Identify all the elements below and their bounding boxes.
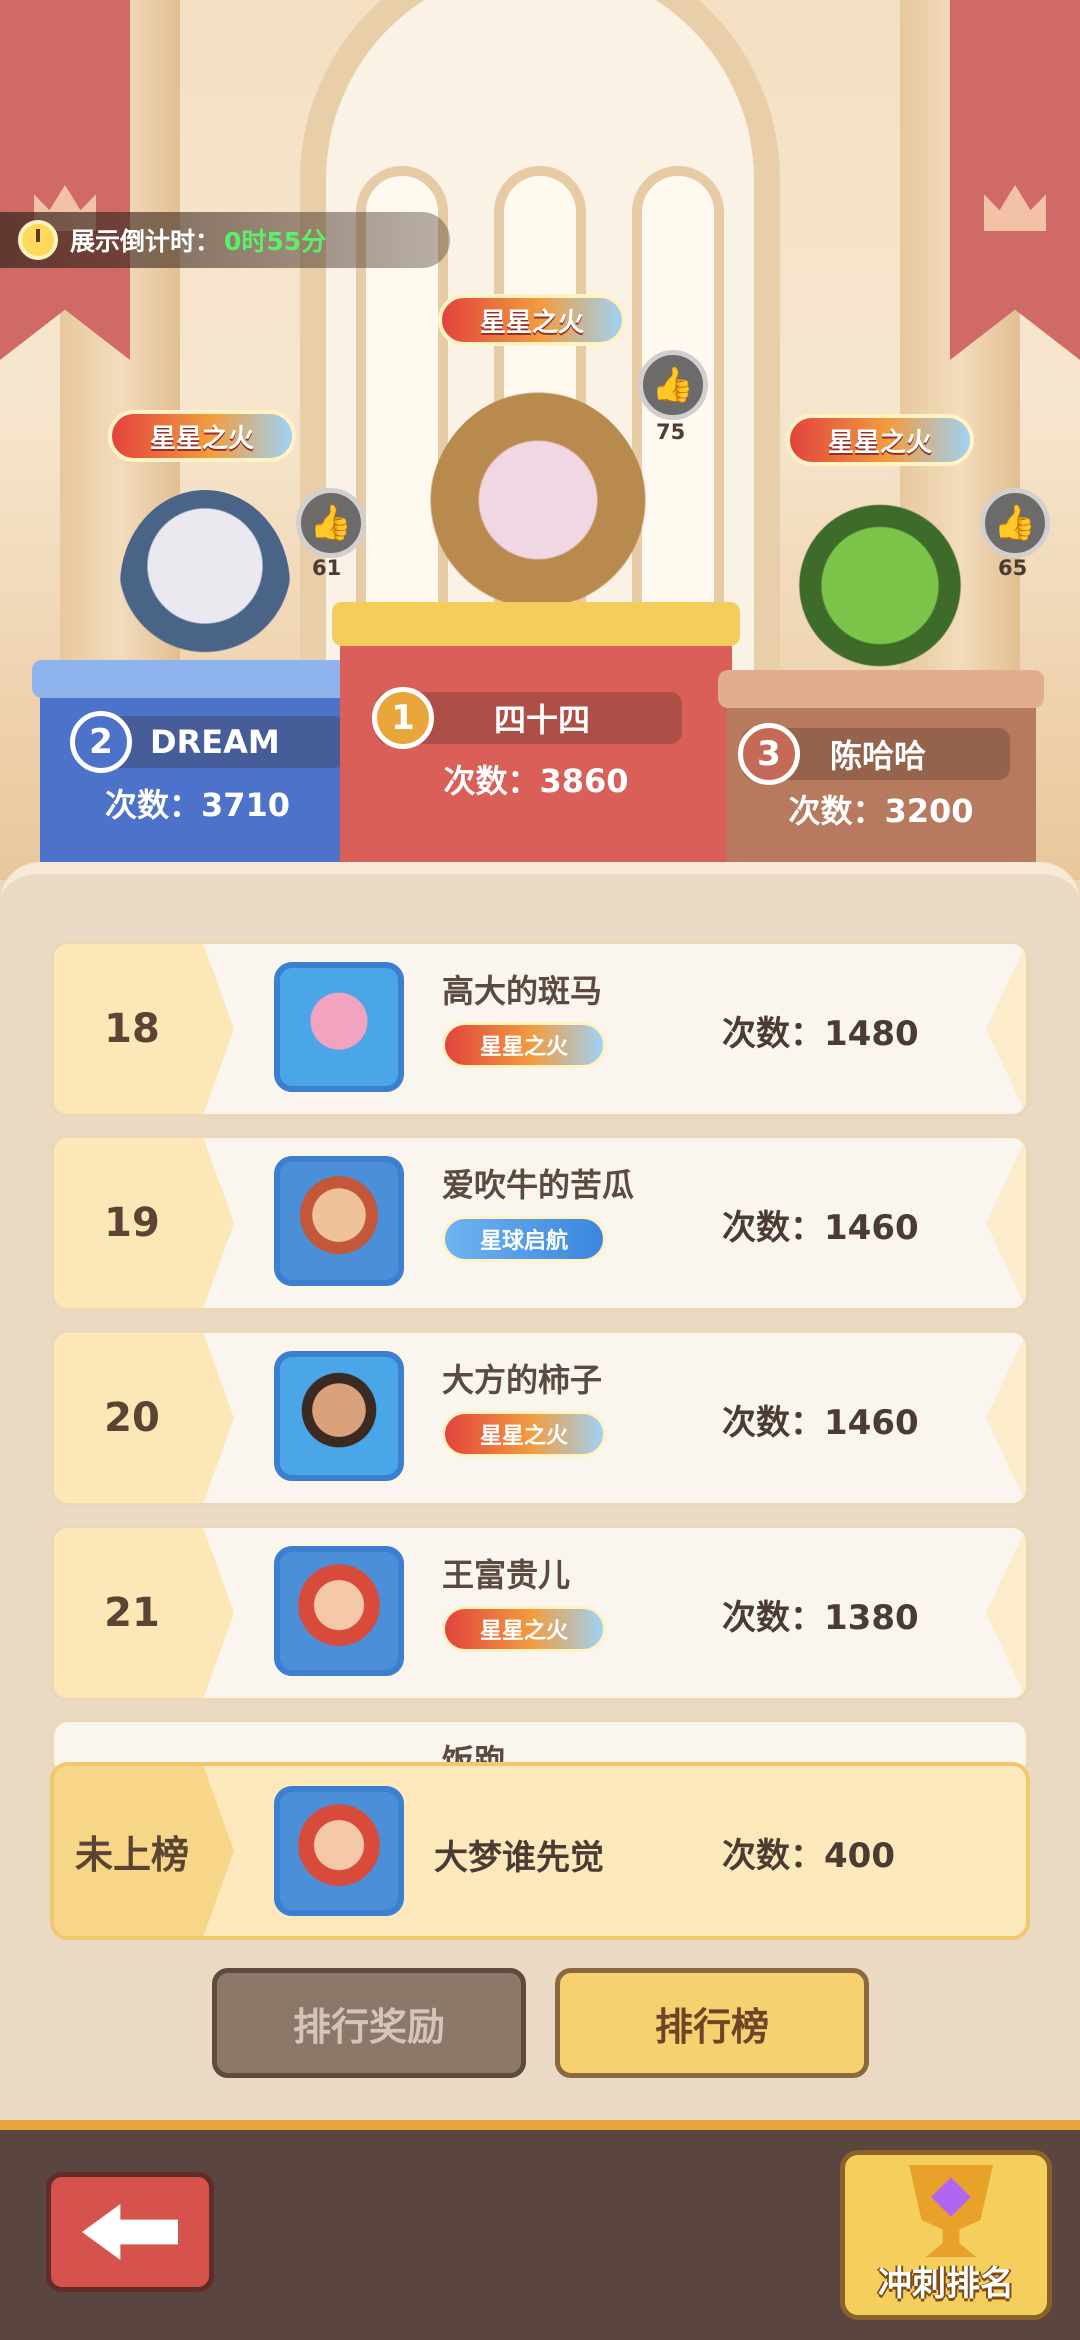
player-name: 陈哈哈 <box>830 737 927 775</box>
banner-left <box>0 0 130 360</box>
my-name: 大梦谁先觉 <box>434 1838 604 1878</box>
title-badge: 星星之火 <box>438 294 626 346</box>
player-score: 次数：1380 <box>722 1598 919 1638</box>
countdown-value: 0时55分 <box>224 227 327 256</box>
player-score: 次数：1460 <box>722 1208 919 1248</box>
list-item[interactable]: 19 爱吹牛的苦瓜 星球启航 次数：1460 <box>50 1134 1030 1312</box>
like-count: 75 <box>656 420 686 444</box>
player-score: 次数：1460 <box>722 1403 919 1443</box>
title-badge: 星星之火 <box>442 1411 606 1457</box>
rank-number: 18 <box>54 944 234 1114</box>
like-button[interactable]: 👍 <box>980 488 1050 558</box>
podium-name: 2 DREAM <box>70 711 346 773</box>
crown-icon <box>984 185 1046 231</box>
rank-number: 20 <box>54 1333 234 1503</box>
sprint-ranking-button[interactable]: 冲刺排名 <box>840 2150 1052 2320</box>
title-badge: 星星之火 <box>108 410 296 462</box>
thumbs-up-icon: 👍 <box>993 503 1037 543</box>
avatar <box>274 1786 404 1916</box>
row-decoration <box>986 1138 1026 1308</box>
avatar <box>274 962 404 1092</box>
hero-avatar-rank3[interactable] <box>790 500 970 690</box>
like-button[interactable]: 👍 <box>296 488 366 558</box>
my-rank-row[interactable]: 未上榜 大梦谁先觉 次数：400 <box>50 1762 1030 1940</box>
rank-medal: 2 <box>70 711 132 773</box>
thumbs-up-icon: 👍 <box>651 365 695 405</box>
countdown-label: 展示倒计时： <box>70 227 221 256</box>
rank-number: 21 <box>54 1528 234 1698</box>
tab-rewards[interactable]: 排行奖励 <box>212 1968 526 2078</box>
avatar <box>274 1546 404 1676</box>
banner-right <box>950 0 1080 360</box>
title-badge: 星星之火 <box>442 1022 606 1068</box>
podium-top <box>718 670 1044 708</box>
player-score: 次数：3710 <box>104 786 291 824</box>
like-count: 61 <box>312 556 342 580</box>
avatar <box>274 1156 404 1286</box>
list-item[interactable]: 18 高大的斑马 星星之火 次数：1480 <box>50 940 1030 1118</box>
player-name: 四十四 <box>494 701 591 739</box>
player-name: DREAM <box>150 723 280 761</box>
podium-name: 1 四十四 <box>372 687 682 749</box>
back-arrow-icon <box>82 2204 178 2260</box>
back-button[interactable] <box>46 2172 214 2292</box>
hero-avatar-rank1[interactable] <box>428 392 648 632</box>
player-name: 高大的斑马 <box>442 972 603 1010</box>
thumbs-up-icon: 👍 <box>309 503 353 543</box>
list-item[interactable]: 20 大方的柿子 星星之火 次数：1460 <box>50 1329 1030 1507</box>
rank-number: 19 <box>54 1138 234 1308</box>
player-name: 大方的柿子 <box>442 1361 603 1399</box>
like-count: 65 <box>998 556 1028 580</box>
my-score: 次数：400 <box>722 1836 895 1876</box>
player-name: 爱吹牛的苦瓜 <box>442 1166 635 1204</box>
row-decoration <box>986 1528 1026 1698</box>
player-score: 次数：3200 <box>788 792 974 830</box>
player-name: 王富贵儿 <box>442 1556 571 1594</box>
clock-icon <box>18 220 58 260</box>
title-badge: 星球启航 <box>442 1216 606 1262</box>
avatar <box>274 1351 404 1481</box>
title-badge: 星星之火 <box>786 414 974 466</box>
tab-leaderboard[interactable]: 排行榜 <box>555 1968 869 2078</box>
rank-medal: 1 <box>372 687 434 749</box>
player-score: 次数：3860 <box>443 762 629 800</box>
podium-rank1: 1 四十四 次数：3860 <box>332 602 740 900</box>
podium-name: 3 陈哈哈 <box>738 723 1010 785</box>
podium-top <box>332 602 740 646</box>
hero-avatar-rank2[interactable] <box>120 490 290 680</box>
player-score: 次数：1480 <box>722 1014 919 1054</box>
row-decoration <box>986 944 1026 1114</box>
title-badge: 星星之火 <box>442 1606 606 1652</box>
like-button[interactable]: 👍 <box>638 350 708 420</box>
rank-medal: 3 <box>738 723 800 785</box>
my-rank: 未上榜 <box>54 1766 234 1936</box>
display-countdown: 展示倒计时： 0时55分 <box>0 212 450 268</box>
row-decoration <box>986 1333 1026 1503</box>
sprint-ranking-label: 冲刺排名 <box>878 2264 1014 2304</box>
list-item[interactable]: 21 王富贵儿 星星之火 次数：1380 <box>50 1524 1030 1702</box>
podium-top <box>32 660 363 698</box>
